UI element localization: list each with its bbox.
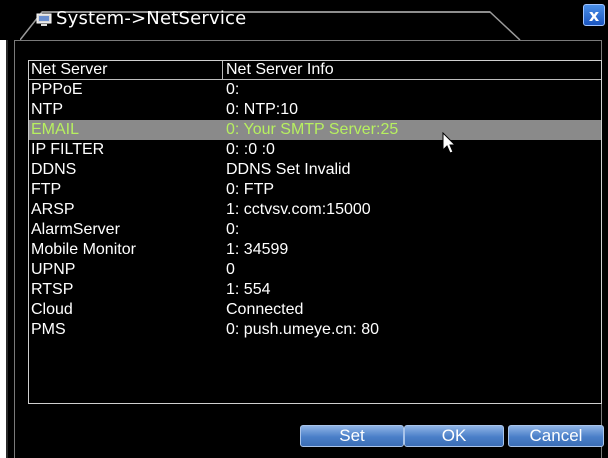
title-bar: System->NetService x — [0, 0, 608, 40]
net-server-name: RTSP — [31, 281, 74, 298]
net-server-name: PPPoE — [31, 81, 83, 98]
table-row[interactable]: NTP 0: NTP:10 — [29, 100, 601, 120]
net-server-info: 0: NTP:10 — [226, 101, 299, 118]
net-server-info: 1: cctvsv.com:15000 — [226, 201, 371, 218]
net-server-info: 0 — [226, 261, 235, 278]
table-row[interactable]: UPNP 0 — [29, 260, 601, 280]
left-edge-divider — [6, 20, 8, 458]
net-server-info: DDNS Set Invalid — [226, 161, 351, 178]
table-row[interactable]: PMS 0: push.umeye.cn: 80 — [29, 320, 601, 340]
table-row[interactable]: ARSP 1: cctvsv.com:15000 — [29, 200, 601, 220]
table-row[interactable]: FTP 0: FTP — [29, 180, 601, 200]
header-net-server-info[interactable]: Net Server Info — [226, 61, 334, 79]
net-server-info: 1: 554 — [226, 281, 271, 298]
close-button[interactable]: x — [583, 4, 605, 26]
net-server-name: PMS — [31, 321, 66, 338]
net-server-name: DDNS — [31, 161, 77, 178]
net-server-name: NTP — [31, 101, 63, 118]
column-divider — [222, 61, 223, 79]
net-server-info: Connected — [226, 301, 304, 318]
table-row[interactable]: Mobile Monitor 1: 34599 — [29, 240, 601, 260]
list-header: Net Server Net Server Info — [29, 61, 601, 80]
net-server-info: 0: :0 :0 — [226, 141, 275, 158]
net-server-name: FTP — [31, 181, 62, 198]
window-title: System->NetService — [56, 8, 247, 29]
close-icon: x — [588, 5, 600, 25]
monitor-icon — [36, 12, 54, 26]
table-row[interactable]: DDNS DDNS Set Invalid — [29, 160, 601, 180]
net-server-name: Mobile Monitor — [31, 241, 136, 258]
net-server-info: 0: Your SMTP Server:25 — [226, 121, 399, 138]
net-server-info: 0: — [226, 81, 240, 98]
table-row[interactable]: RTSP 1: 554 — [29, 280, 601, 300]
net-server-info: 1: 34599 — [226, 241, 289, 258]
header-net-server[interactable]: Net Server — [31, 61, 107, 79]
table-row[interactable]: IP FILTER 0: :0 :0 — [29, 140, 601, 160]
net-server-info: 0: FTP — [226, 181, 275, 198]
ok-button[interactable]: OK — [404, 425, 504, 447]
set-button[interactable]: Set — [300, 425, 404, 447]
net-server-name: UPNP — [31, 261, 76, 278]
net-server-name: IP FILTER — [31, 141, 105, 158]
cancel-button[interactable]: Cancel — [508, 425, 604, 447]
net-server-info: 0: — [226, 221, 240, 238]
mouse-cursor-icon — [442, 131, 458, 156]
table-row[interactable]: AlarmServer 0: — [29, 220, 601, 240]
net-server-name: AlarmServer — [31, 221, 120, 238]
table-row[interactable]: EMAIL 0: Your SMTP Server:25 — [29, 120, 601, 140]
net-service-list[interactable]: Net Server Net Server Info PPPoE 0: NTP 0: … — [28, 60, 602, 404]
net-server-name: Cloud — [31, 301, 73, 318]
table-row[interactable]: Cloud Connected — [29, 300, 601, 320]
netservice-window: System->NetService x Net Server Net Serv… — [0, 0, 608, 458]
net-server-name: EMAIL — [31, 121, 80, 138]
table-row[interactable]: PPPoE 0: — [29, 80, 601, 100]
net-server-info: 0: push.umeye.cn: 80 — [226, 321, 379, 338]
net-server-name: ARSP — [31, 201, 75, 218]
